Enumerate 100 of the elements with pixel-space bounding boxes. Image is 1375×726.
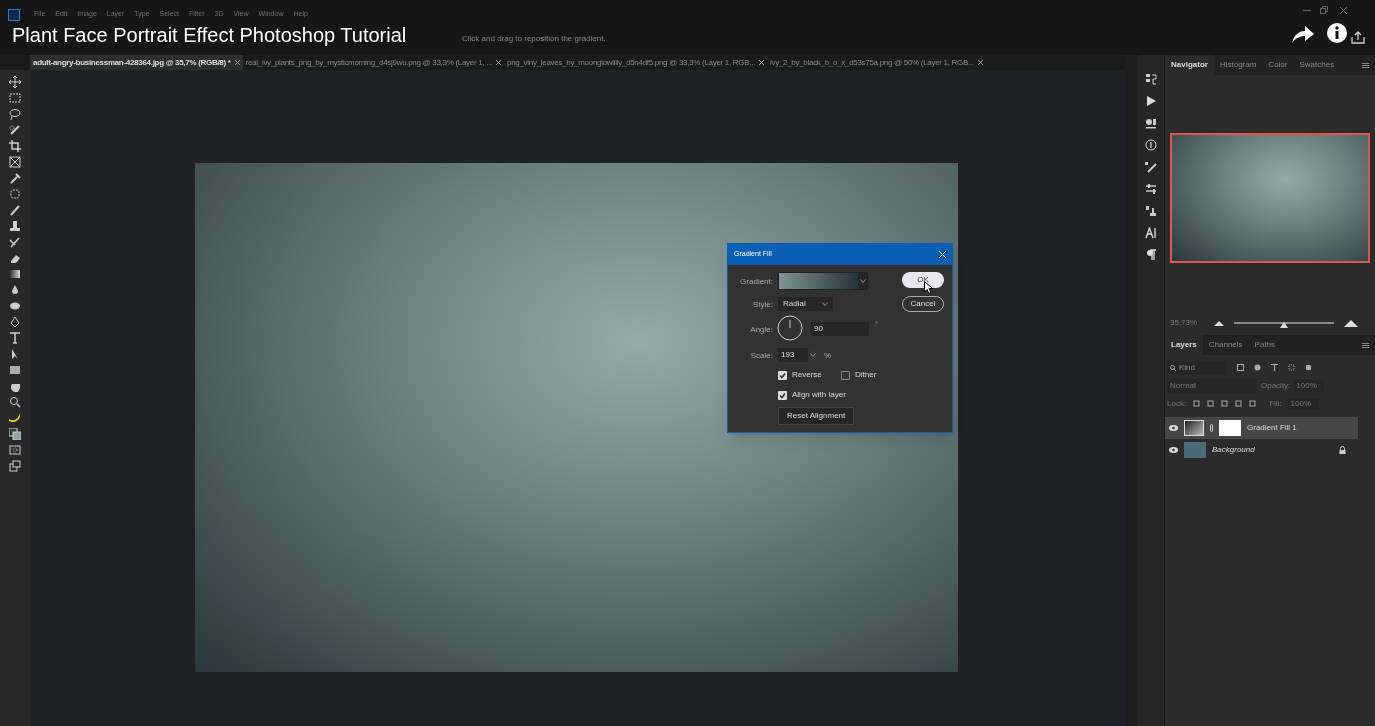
stamp-icon[interactable] [9,220,21,232]
close-tab-icon[interactable] [759,60,765,65]
menu-icon[interactable] [1362,62,1369,68]
opacity-label: Opacity: [1261,379,1291,392]
panel-tab[interactable]: Paths [1248,335,1282,355]
eyedropper-icon[interactable] [9,172,21,184]
gradient-picker[interactable] [778,272,868,290]
layer-name: Gradient Fill 1 [1247,422,1298,434]
paragraph-icon[interactable] [1145,249,1157,261]
fill-label: Fill: [1269,397,1282,410]
panel-tab[interactable]: Channels [1202,335,1249,355]
document-tab[interactable]: png_viny_leaves_by_moonglowlilly_d5n4df5.png @ 33,3% (Layer 1, RGB... [504,55,768,70]
share-arrow-icon[interactable] [1292,25,1314,43]
history-brush-icon[interactable] [9,236,21,248]
info-icon[interactable] [1327,23,1347,43]
panel-tab[interactable]: Histogram [1213,55,1263,75]
field-label: Scale: [749,350,773,362]
shape-filter-icon[interactable] [1288,364,1295,371]
play-icon[interactable] [1145,95,1157,107]
layer-name: Background [1212,444,1256,456]
adjustment-filter-icon[interactable] [1254,364,1261,371]
ok-button[interactable]: OK [902,272,944,288]
hint-text: Click and drag to reposition the gradient. [462,33,606,45]
zoom-slider-thumb[interactable] [1280,322,1288,328]
lasso-icon[interactable] [9,108,21,120]
photo-placeholder [1184,442,1206,458]
dodge-icon[interactable] [9,300,21,312]
app-logo-icon [8,9,20,21]
video-title: Plant Face Portrait Effect Photoshop Tutorial [12,23,407,48]
document-tab[interactable]: ivy_2_by_black_b_o_x_d53s75a.png @ 50% (Layer 1, RGB... [767,55,986,70]
upload-icon[interactable] [1351,31,1365,44]
zoom-out-icon[interactable] [1214,320,1224,326]
scale-input[interactable]: 193 [778,348,818,362]
checkbox-box[interactable] [841,370,850,380]
crop-icon[interactable] [9,140,21,152]
screen-mode-icon[interactable] [9,460,21,472]
info-circle-icon[interactable] [1145,139,1157,151]
caret-icon[interactable] [859,279,866,283]
quick-selection-icon[interactable] [9,124,21,136]
checkbox[interactable]: Align with layer [778,389,846,401]
checkbox[interactable]: Dither [841,369,877,381]
layer-row[interactable]: Gradient Fill 1 [1165,417,1358,439]
panel-tab[interactable]: Swatches [1293,55,1341,75]
angle-input[interactable]: 90 [811,322,869,336]
caret-icon[interactable] [810,353,816,357]
menu-icon[interactable] [1362,342,1369,348]
caret-icon[interactable] [822,302,828,306]
zoom-icon[interactable] [9,396,21,408]
patch-icon[interactable] [9,188,21,200]
kind-filter[interactable]: Kind [1167,360,1227,375]
clone-source-icon[interactable] [1145,205,1157,217]
document-tab[interactable]: adult-angry-businessman-428364.jpg @ 35,7% (RGB/8) * [30,55,243,70]
reset-alignment-button[interactable]: Reset Alignment [778,407,855,425]
close-tab-icon[interactable] [496,60,501,65]
field-label: Style: [752,299,773,311]
fill-field[interactable]: 100% [1288,397,1319,410]
properties-icon[interactable] [1145,117,1157,129]
layer-row[interactable]: Background [1165,439,1358,461]
mask-thumbnail [1219,420,1241,436]
banana-icon[interactable] [9,412,21,424]
restore-icon[interactable] [1320,6,1328,14]
checkbox-box[interactable] [778,370,787,380]
field-label: Angle: [749,324,773,336]
marquee-icon[interactable] [9,92,21,104]
checkbox-box[interactable] [778,390,787,400]
eye-icon[interactable] [1169,425,1178,431]
blend-mode-dropdown[interactable]: Normal [1167,378,1257,393]
navigator-preview[interactable] [1170,133,1370,263]
eye-icon[interactable] [1169,447,1178,453]
frame-icon[interactable] [9,156,21,168]
type-filter-icon[interactable] [1271,364,1278,371]
rectangle-icon[interactable] [9,364,21,376]
panel-tab[interactable]: Layers [1165,335,1203,355]
quick-mask-icon[interactable] [9,444,21,456]
drop-icon[interactable] [9,284,21,296]
adjustments-icon[interactable] [1145,183,1157,195]
eraser-icon[interactable] [9,252,21,264]
zoom-percentage: 35,73% [1170,317,1199,329]
close-tab-icon[interactable] [977,60,983,65]
pen-icon[interactable] [9,316,21,328]
checkbox[interactable]: Reverse [778,369,822,381]
gradient-icon[interactable] [9,268,21,280]
percent-unit: % [824,350,832,362]
color-swatches-icon[interactable] [9,428,21,440]
minimize-icon[interactable] [1303,10,1311,12]
brush-settings-icon[interactable] [1145,161,1157,173]
angle-dial[interactable] [777,315,803,341]
close-tab-icon[interactable] [234,60,240,65]
history-icon[interactable] [1145,73,1157,85]
style-dropdown[interactable]: Radial [778,297,833,311]
close-icon[interactable] [1340,7,1347,14]
panel-tab[interactable]: Color [1262,55,1294,75]
zoom-in-icon[interactable] [1344,319,1358,327]
panel-tab[interactable]: Navigator [1165,55,1214,75]
image-filter-icon[interactable] [1237,364,1244,371]
character-icon[interactable] [1145,227,1157,239]
smart-object-filter-icon[interactable] [1305,364,1312,371]
document-tab[interactable]: real_ivy_plants_png_by_mysticmorning_d4sj9wu.png @ 33,3% (Layer 1, ... [242,55,504,70]
opacity-field[interactable]: 100% [1294,379,1325,392]
type-icon[interactable] [9,332,21,344]
